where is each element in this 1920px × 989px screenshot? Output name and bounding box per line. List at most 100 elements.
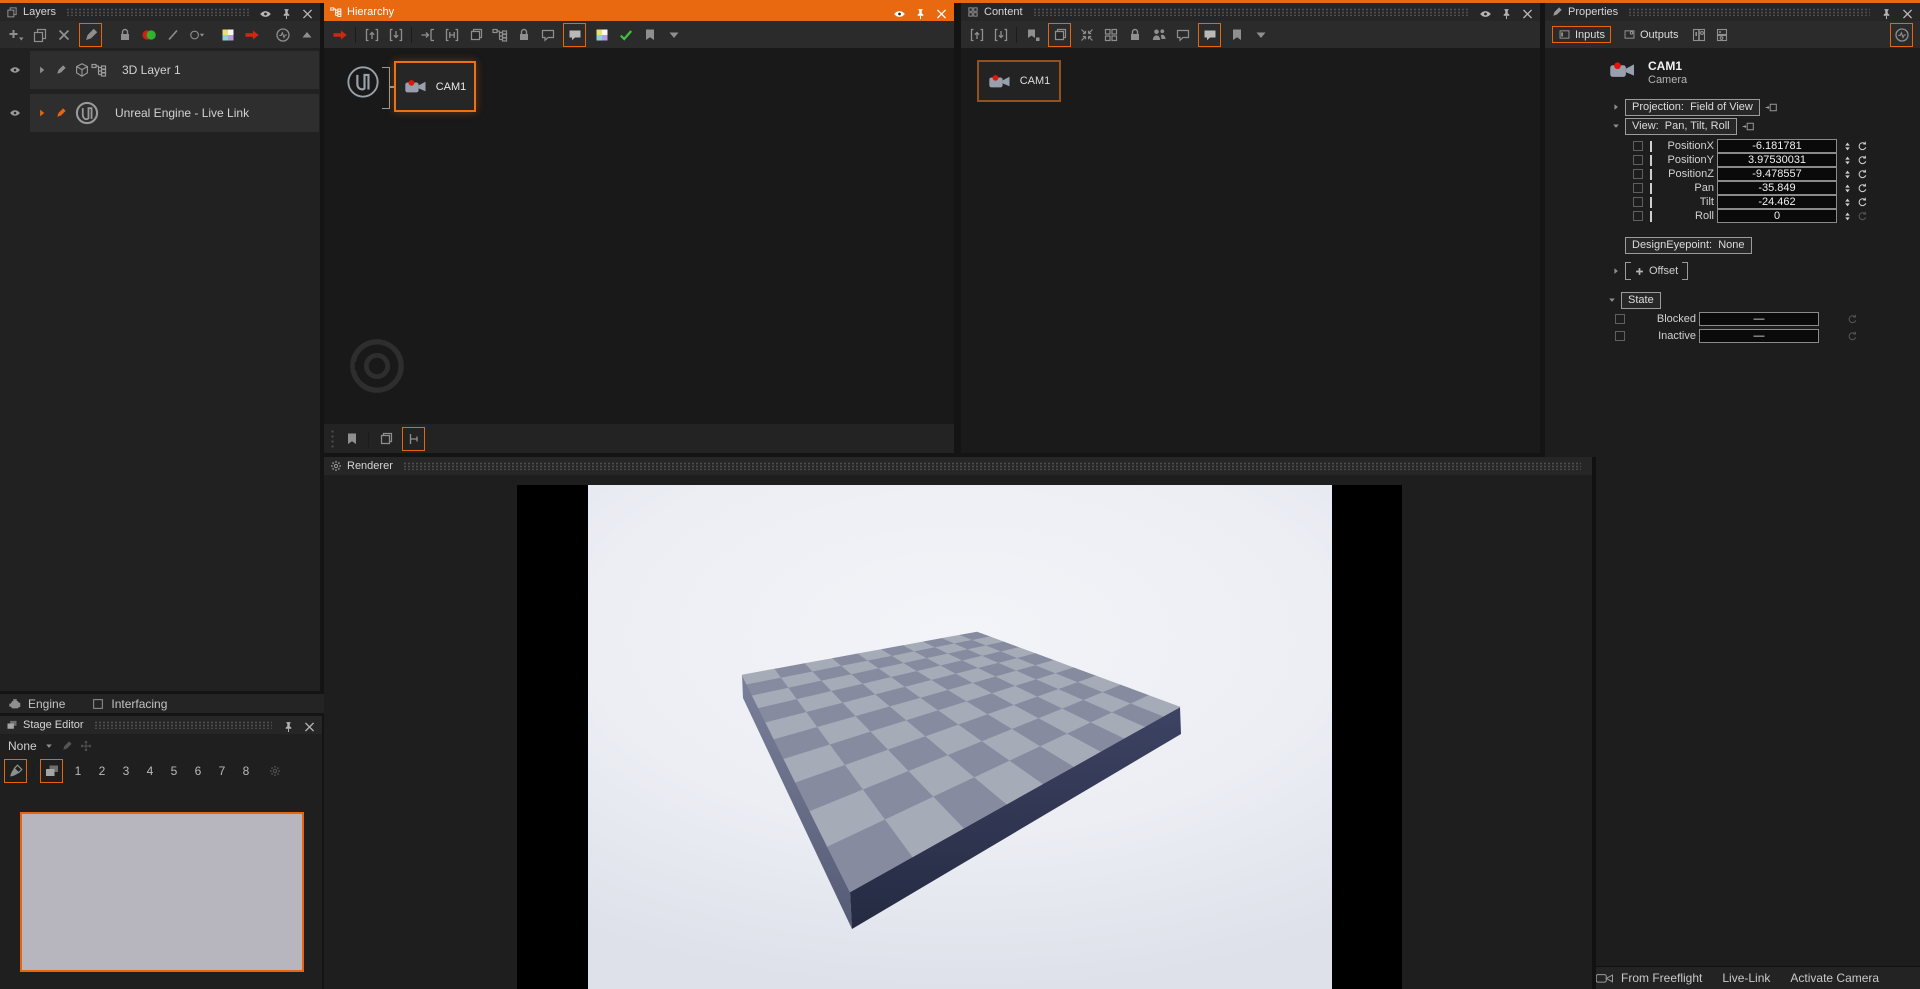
grid-button[interactable] [1102,25,1119,45]
reset-icon[interactable] [1847,331,1858,342]
track-button[interactable] [402,427,425,451]
spinner-icon[interactable] [1842,169,1853,180]
reset-icon[interactable] [1857,197,1868,208]
stage-selector-value[interactable]: None [8,739,37,753]
bubble-filled-button[interactable] [563,23,586,47]
close-button[interactable] [1521,6,1534,19]
waveform-button[interactable] [274,25,291,45]
collapse-icon[interactable] [1611,121,1621,131]
pin-button[interactable] [1880,6,1893,19]
renderer-titlebar[interactable]: Renderer [324,457,1592,475]
keyframe-checkbox[interactable] [1633,183,1643,193]
positionz-value-input[interactable]: -9.478557 [1717,167,1837,181]
bracket-down-button[interactable] [387,25,404,45]
stage-view-button[interactable] [40,759,63,783]
close-button[interactable] [1901,6,1914,19]
pin-button[interactable] [1500,6,1513,19]
stage-page-6[interactable]: 6 [189,764,207,778]
caret-down-button[interactable] [1252,25,1269,45]
state-checkbox[interactable] [1615,331,1625,341]
link-icon[interactable] [1764,101,1778,114]
caret-right-icon[interactable] [36,64,48,76]
status-activate-camera[interactable]: Activate Camera [1790,971,1879,985]
keyframe-checkbox[interactable] [1633,211,1643,221]
palette-button[interactable] [219,25,236,45]
content-canvas[interactable]: CAM1 [961,48,1540,453]
drag-grip[interactable] [330,429,335,449]
caret-up-button[interactable] [298,25,315,45]
bracket-up-button[interactable] [363,25,380,45]
pan-value-input[interactable]: -35.849 [1717,181,1837,195]
status-live-link[interactable]: Live-Link [1722,971,1770,985]
stage-page-7[interactable]: 7 [213,764,231,778]
tab-interfacing[interactable]: Interfacing [91,697,167,711]
spinner-icon[interactable] [1842,183,1853,194]
reset-icon[interactable] [1857,169,1868,180]
bubble-button[interactable] [1174,25,1191,45]
add-offset-icon[interactable] [1635,267,1644,276]
flag-button[interactable] [1228,25,1245,45]
pin-button[interactable] [914,6,927,19]
keyframe-checkbox[interactable] [1633,197,1643,207]
tab-outputs[interactable]: Outputs [1618,27,1684,42]
stage-preview-viewport[interactable] [20,812,304,972]
tilt-value-input[interactable]: -24.462 [1717,195,1837,209]
content-item-cam1[interactable]: CAM1 [977,60,1061,102]
pencil-button[interactable] [79,23,102,47]
keyframe-checkbox[interactable] [1633,141,1643,151]
tab-inputs[interactable]: Inputs [1552,26,1611,43]
pencil-icon[interactable] [55,64,67,76]
eye-icon[interactable] [9,107,21,119]
stage-page-1[interactable]: 1 [69,764,87,778]
io-stack-button[interactable] [1714,25,1731,45]
check-button[interactable] [617,25,634,45]
hierarchy-canvas[interactable]: CAM1 [324,48,954,424]
layers-copy-button[interactable] [1048,23,1071,47]
bubble-filled-button[interactable] [1198,23,1221,47]
offset-group[interactable]: Offset [1625,262,1688,280]
keyframe-checkbox[interactable] [1633,169,1643,179]
collapse-button[interactable] [1078,25,1095,45]
add-button[interactable] [7,25,24,45]
hierarchy-node-cam1[interactable]: CAM1 [394,61,476,112]
expand-icon[interactable] [1611,102,1621,112]
projection-selector[interactable]: Projection: Field of View [1625,99,1760,116]
close-button[interactable] [301,6,314,19]
close-button[interactable] [303,719,316,732]
bubble-button[interactable] [539,25,556,45]
eye-button[interactable] [1479,6,1492,19]
reset-icon[interactable] [1857,141,1868,152]
bracket-up-button[interactable] [968,25,985,45]
move-icon[interactable] [80,740,92,752]
spinner-icon[interactable] [1842,141,1853,152]
spinner-icon[interactable] [1842,155,1853,166]
layer-row-unreal-engine-live-link[interactable]: Unreal Engine - Live Link [30,94,319,132]
rg-circles-button[interactable] [140,25,157,45]
spinner-icon[interactable] [1842,197,1853,208]
tree-button[interactable] [491,25,508,45]
positionx-value-input[interactable]: -6.181781 [1717,139,1837,153]
red-arrow-button[interactable] [243,25,260,45]
red-arrow-button[interactable] [331,25,348,45]
blocked-value[interactable]: — [1699,312,1819,326]
bracket-down-button[interactable] [992,25,1009,45]
eye-icon[interactable] [9,64,21,76]
stage-page-4[interactable]: 4 [141,764,159,778]
lock-button[interactable] [116,25,133,45]
into-bracket-button[interactable] [419,25,436,45]
pin-button[interactable] [282,719,295,732]
view-selector[interactable]: View: Pan, Tilt, Roll [1625,118,1737,135]
flag-button[interactable] [343,429,360,449]
duplicate-button[interactable] [31,25,48,45]
layers-copy-button[interactable] [377,429,394,449]
caret-down-button[interactable] [665,25,682,45]
inactive-value[interactable]: — [1699,329,1819,343]
telemetry-button[interactable] [1890,23,1913,47]
tab-engine[interactable]: Engine [8,697,65,711]
people-button[interactable] [1150,25,1167,45]
state-checkbox[interactable] [1615,314,1625,324]
pencil-icon[interactable] [55,107,67,119]
reset-icon[interactable] [1857,211,1868,222]
caret-right-icon[interactable] [36,107,48,119]
reset-icon[interactable] [1857,183,1868,194]
